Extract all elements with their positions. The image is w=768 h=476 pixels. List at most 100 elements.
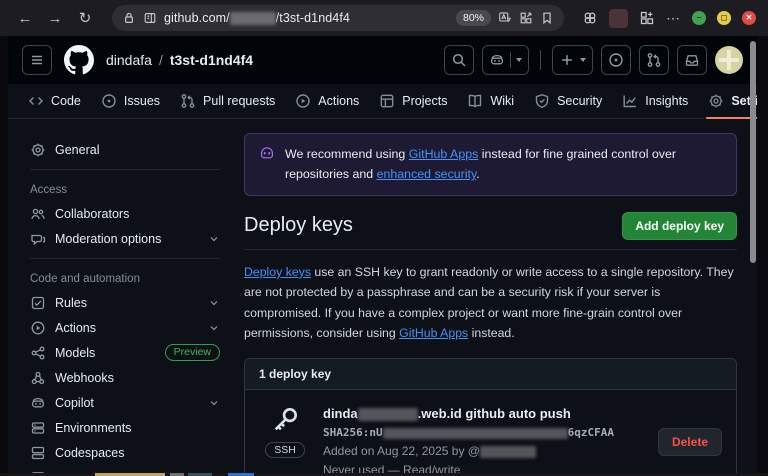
book-icon	[467, 93, 483, 109]
tab-security[interactable]: Security	[524, 84, 612, 118]
issue-opened-icon	[101, 93, 117, 109]
inbox-icon	[684, 52, 700, 68]
site-info-icon[interactable]	[143, 11, 157, 25]
gear-icon	[30, 142, 46, 158]
issue-opened-icon	[608, 52, 624, 68]
copilot-menu-button[interactable]	[482, 45, 529, 75]
hamburger-menu-button[interactable]	[22, 45, 52, 75]
tab-pull-requests[interactable]: Pull requests	[170, 84, 285, 118]
deploy-keys-count-header: 1 deploy key	[245, 359, 736, 390]
sidebar-item-copilot[interactable]: Copilot	[22, 390, 228, 415]
enhanced-security-link[interactable]: enhanced security	[377, 167, 477, 181]
preview-badge: Preview	[165, 344, 220, 362]
bookmark-icon[interactable]	[540, 11, 554, 25]
browser-toolbar: ← → ↻ github.com//t3st-d1nd4f4 80%	[0, 0, 768, 36]
sidebar-item-rules[interactable]: Rules	[22, 290, 228, 315]
plus-icon	[559, 52, 575, 68]
sidebar-divider	[30, 169, 220, 170]
hamburger-icon	[29, 52, 45, 68]
create-new-button[interactable]	[552, 45, 593, 75]
window-close-button[interactable]: ✕	[742, 11, 756, 25]
tab-wiki[interactable]: Wiki	[457, 84, 524, 118]
grid-plus-icon[interactable]	[639, 10, 655, 26]
sidebar-item-models[interactable]: Models Preview	[22, 340, 228, 365]
github-apps-link[interactable]: GitHub Apps	[409, 147, 479, 161]
github-apps-link[interactable]: GitHub Apps	[399, 326, 468, 340]
address-bar[interactable]: github.com//t3st-d1nd4f4 80%	[112, 5, 564, 31]
translate-icon[interactable]	[498, 11, 512, 25]
issues-button[interactable]	[601, 45, 631, 75]
deploy-keys-link[interactable]: Deploy keys	[244, 265, 311, 279]
breadcrumb-separator: /	[159, 52, 163, 68]
tab-insights[interactable]: Insights	[612, 84, 698, 118]
people-icon	[30, 206, 46, 222]
chevron-down-icon	[580, 58, 586, 62]
github-page: dindafa / t3st-d1nd4f4	[8, 36, 757, 473]
inbox-button[interactable]	[677, 45, 707, 75]
breadcrumb-repo-link[interactable]: t3st-d1nd4f4	[170, 52, 253, 68]
github-header-actions	[444, 45, 743, 75]
url-redacted-segment	[230, 12, 276, 25]
browser-back-button[interactable]: ←	[12, 10, 38, 27]
chevron-down-icon	[208, 322, 220, 334]
page-scrollbar-thumb[interactable]	[750, 41, 756, 263]
key-title: dinda.web.id github auto push	[323, 403, 646, 424]
browser-profile-avatar[interactable]	[609, 9, 628, 28]
deploy-keys-main: We recommend using GitHub Apps instead f…	[234, 119, 757, 473]
tab-settings[interactable]: Settings	[698, 84, 757, 118]
delete-key-button[interactable]: Delete	[658, 428, 722, 456]
browser-reload-button[interactable]: ↻	[72, 9, 98, 27]
window-minimize-button[interactable]: −	[692, 11, 706, 25]
tab-issues[interactable]: Issues	[91, 84, 170, 118]
sidebar-section-code-and-automation: Code and automation	[22, 266, 228, 290]
banner-text: We recommend using GitHub Apps instead f…	[285, 144, 722, 185]
window-maximize-button[interactable]: ◻	[717, 11, 731, 25]
zoom-level-badge[interactable]: 80%	[456, 10, 491, 26]
webhook-icon	[30, 370, 46, 386]
sidebar-item-general[interactable]: General	[22, 137, 228, 162]
browser-menu-button[interactable]: ⋯	[666, 10, 681, 27]
grid-share-icon[interactable]	[519, 11, 533, 25]
deploy-keys-list: 1 deploy key SSH dinda.web.id github aut…	[244, 358, 737, 473]
lock-icon	[122, 11, 136, 25]
git-pull-request-icon	[646, 52, 662, 68]
server-icon	[30, 420, 46, 436]
tab-projects[interactable]: Projects	[369, 84, 457, 118]
chevron-down-icon	[208, 297, 220, 309]
browser-toolbar-right: ⋯ − ◻ ✕	[582, 9, 756, 28]
user-avatar[interactable]	[715, 46, 743, 74]
page-title: Deploy keys	[244, 214, 353, 237]
github-logo-icon[interactable]	[64, 45, 94, 75]
title-redacted-segment	[358, 408, 418, 421]
fingerprint-redacted-segment	[383, 428, 568, 439]
search-button[interactable]	[444, 45, 474, 75]
sidebar-item-actions[interactable]: Actions	[22, 315, 228, 340]
pull-requests-button[interactable]	[639, 45, 669, 75]
sidebar-item-collaborators[interactable]: Collaborators	[22, 201, 228, 226]
comment-discussion-icon	[30, 231, 46, 247]
settings-body: General Access Collaborators Moderation …	[8, 119, 757, 473]
tab-actions[interactable]: Actions	[285, 84, 369, 118]
chevron-down-icon	[516, 58, 522, 62]
add-deploy-key-button[interactable]: Add deploy key	[622, 212, 737, 240]
sidebar-item-codespaces[interactable]: Codespaces	[22, 440, 228, 465]
sidebar-item-webhooks[interactable]: Webhooks	[22, 365, 228, 390]
key-icon-column: SSH	[259, 403, 311, 473]
sidebar-item-moderation-options[interactable]: Moderation options	[22, 226, 228, 251]
tab-code[interactable]: Code	[18, 84, 91, 118]
button-divider	[510, 52, 511, 68]
browser-forward-button[interactable]: →	[42, 10, 68, 27]
extension-clover-icon[interactable]	[582, 10, 598, 26]
code-icon	[28, 93, 44, 109]
repo-nav: Code Issues Pull requests Actions Projec…	[8, 84, 757, 119]
breadcrumb-owner-link[interactable]: dindafa	[106, 52, 152, 68]
play-circle-icon	[295, 93, 311, 109]
sidebar-item-pages[interactable]: Pages	[22, 465, 228, 473]
sidebar-divider	[30, 258, 220, 259]
key-icon	[270, 405, 300, 435]
sidebar-item-environments[interactable]: Environments	[22, 415, 228, 440]
sidebar-section-access: Access	[22, 177, 228, 201]
git-pull-request-icon	[180, 93, 196, 109]
username-redacted-segment	[480, 446, 536, 458]
ssh-badge: SSH	[265, 442, 305, 458]
